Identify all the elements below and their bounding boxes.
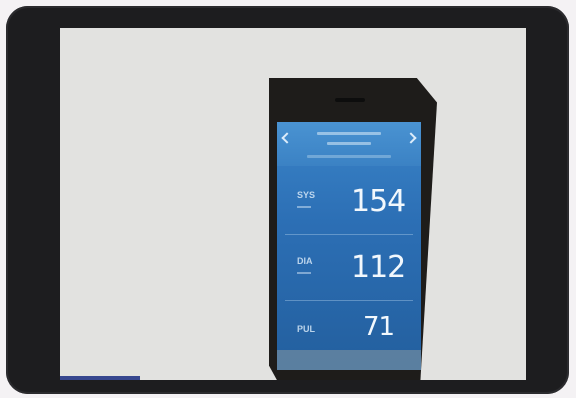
- divider: [285, 300, 413, 301]
- systolic-value: 154: [351, 184, 406, 219]
- blood-pressure-app-screen: SYS 154 DIA 112 PUL 71: [277, 122, 421, 370]
- phone-photo: SYS 154 DIA 112 PUL 71: [269, 78, 437, 380]
- screen-edge-strip: [60, 376, 140, 380]
- pulse-label: PUL: [297, 324, 315, 334]
- phone-earpiece: [335, 98, 365, 102]
- systolic-reading: SYS 154: [277, 182, 421, 242]
- pulse-value: 71: [363, 312, 395, 342]
- header-title-blur: [317, 132, 381, 135]
- app-header: [277, 122, 421, 166]
- diastolic-unit-blur: [297, 272, 311, 274]
- app-footer: [277, 350, 421, 370]
- systolic-label: SYS: [297, 190, 316, 200]
- back-arrow-icon[interactable]: [281, 132, 293, 144]
- header-date-blur: [307, 155, 391, 158]
- tablet-screen: SYS 154 DIA 112 PUL 71: [60, 28, 526, 380]
- header-subtitle-blur: [327, 142, 371, 145]
- systolic-unit-blur: [297, 206, 311, 208]
- divider: [285, 234, 413, 235]
- diastolic-value: 112: [351, 250, 406, 285]
- diastolic-label: DIA: [297, 256, 313, 266]
- diastolic-reading: DIA 112: [277, 242, 421, 302]
- forward-arrow-icon[interactable]: [405, 132, 417, 144]
